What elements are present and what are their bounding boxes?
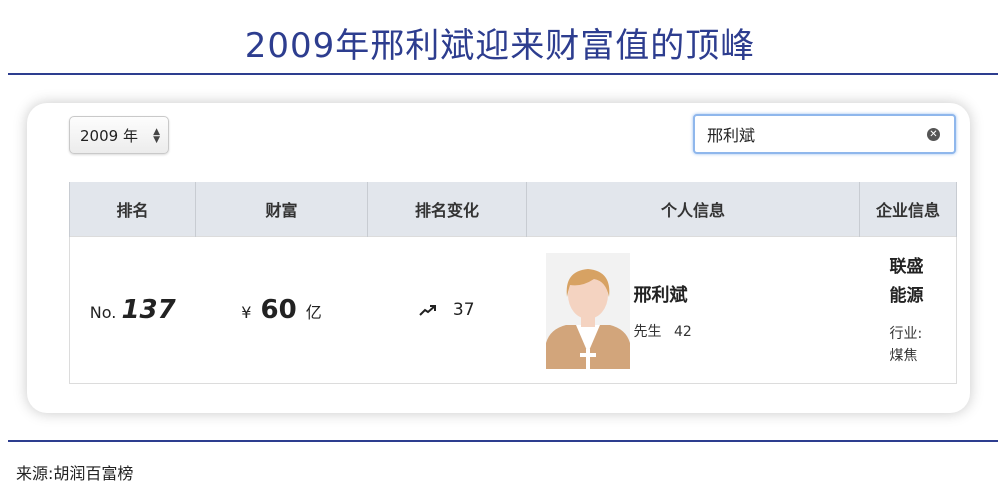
wealth-cell: ¥ 60 亿 <box>195 236 368 384</box>
industry-value: 煤焦 <box>889 348 918 364</box>
header-personal-info: 个人信息 <box>526 182 860 237</box>
wealth-unit: 亿 <box>305 303 322 322</box>
year-select-value: 2009 年 <box>80 126 138 145</box>
company-info-cell: 联盛 能源 行业: 煤焦 <box>859 236 957 384</box>
rank-value: 137 <box>121 295 176 325</box>
page-title: 2009年邢利斌迎来财富值的顶峰 <box>244 26 756 66</box>
search-input[interactable]: 邢利斌 ✕ <box>693 114 956 154</box>
header-rank-change[interactable]: 排名变化 <box>367 182 527 237</box>
select-arrows-icon: ▲ ▼ <box>153 127 160 145</box>
trend-up-icon <box>419 305 437 316</box>
wealth-value: 60 <box>260 295 297 325</box>
clear-icon[interactable]: ✕ <box>927 128 940 141</box>
table-header-row: 排名 财富 排名变化 个人信息 企业信息 <box>69 182 957 237</box>
avatar <box>545 253 630 369</box>
person-title: 先生 <box>633 324 662 340</box>
company-name-line2: 能源 <box>889 286 924 306</box>
currency-symbol: ¥ <box>241 303 252 322</box>
person-meta: 先生 42 <box>634 321 692 341</box>
industry-info: 行业: 煤焦 <box>890 323 930 367</box>
rich-list-card: 2009 年 ▲ ▼ 邢利斌 ✕ 排名 财富 排名变化 个人信息 企业信息 No.… <box>27 103 970 413</box>
title-divider <box>8 73 998 75</box>
person-name: 邢利斌 <box>633 285 688 306</box>
table-row[interactable]: No. 137 ¥ 60 亿 37 邢利斌 先生 42 联盛 能源 行业: 煤焦 <box>69 236 957 384</box>
rank-change-cell: 37 <box>367 236 527 384</box>
year-select[interactable]: 2009 年 ▲ ▼ <box>69 116 169 154</box>
header-wealth[interactable]: 财富 <box>195 182 368 237</box>
search-input-value: 邢利斌 <box>707 126 756 145</box>
header-rank[interactable]: 排名 <box>69 182 196 237</box>
header-company-info: 企业信息 <box>859 182 957 237</box>
industry-label: 行业: <box>889 326 923 342</box>
person-age: 42 <box>673 324 692 340</box>
rank-cell: No. 137 <box>69 236 196 384</box>
footer-divider <box>8 440 998 442</box>
company-name: 联盛 能源 <box>890 253 930 311</box>
rank-change-value: 37 <box>452 300 475 320</box>
rank-prefix: No. <box>89 303 117 322</box>
rank-table: 排名 财富 排名变化 个人信息 企业信息 No. 137 ¥ 60 亿 37 邢… <box>69 182 957 384</box>
source-note: 来源:胡润百富榜 <box>16 464 134 483</box>
personal-info-cell: 邢利斌 先生 42 <box>526 236 860 384</box>
company-name-line1: 联盛 <box>889 257 924 277</box>
